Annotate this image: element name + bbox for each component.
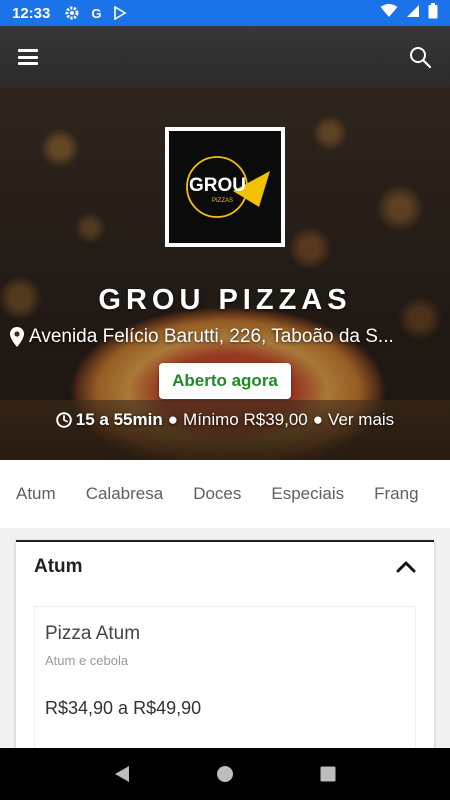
section-header[interactable]: Atum: [16, 542, 434, 592]
gear-icon: [64, 5, 80, 21]
tab-calabresa[interactable]: Calabresa: [86, 484, 164, 504]
wifi-icon: [380, 3, 398, 23]
product-price: R$34,90 a R$49,90: [45, 698, 202, 718]
play-store-icon: [112, 5, 128, 21]
status-bar: 12:33 G: [0, 0, 450, 26]
battery-icon: [428, 2, 438, 24]
signal-icon: [406, 4, 420, 23]
delivery-info: 15 a 55min ● Mínimo R$39,00 ● Ver mais: [0, 410, 450, 430]
restaurant-hero: GROU PIZZAS GROU PIZZAS Avenida Felício …: [0, 88, 450, 460]
tab-doces[interactable]: Doces: [193, 484, 241, 504]
delivery-time: 15 a 55min: [75, 410, 163, 429]
location-pin-icon: [10, 327, 24, 347]
status-notification-icons: G: [64, 5, 128, 21]
screen: 12:33 G GROU PIZZAS GROU PIZZAS Avenida …: [0, 0, 450, 800]
see-more-link[interactable]: Ver mais: [328, 410, 394, 430]
logo-mark: GROU PIZZAS: [186, 156, 270, 218]
restaurant-address: Avenida Felício Barutti, 226, Taboão da …: [10, 326, 442, 348]
clock-icon: [55, 412, 72, 428]
home-icon[interactable]: [215, 764, 235, 784]
tab-frango[interactable]: Frang: [374, 484, 418, 504]
separator-dot: ●: [312, 410, 324, 429]
product-name: Pizza Atum: [45, 623, 141, 644]
status-system-icons: [380, 2, 438, 24]
open-status-badge: Aberto agora: [159, 363, 291, 399]
chevron-up-icon[interactable]: [396, 561, 416, 573]
product-item[interactable]: Pizza Atum Atum e cebola R$34,90 a R$49,…: [34, 606, 416, 766]
hamburger-menu-icon[interactable]: [18, 49, 38, 65]
tab-atum[interactable]: Atum: [16, 484, 56, 504]
tab-especiais[interactable]: Especiais: [271, 484, 344, 504]
category-section-atum: Atum Pizza Atum Atum e cebola R$34,90 a …: [16, 540, 434, 766]
separator-dot: ●: [167, 410, 179, 429]
address-text: Avenida Felício Barutti, 226, Taboão da …: [29, 326, 394, 347]
logo-text: GROU: [189, 175, 246, 196]
search-icon[interactable]: [408, 45, 432, 69]
minimum-order: Mínimo R$39,00: [183, 410, 308, 429]
product-description: Atum e cebola: [45, 653, 129, 668]
google-icon: G: [91, 5, 102, 21]
system-nav-bar: [0, 748, 450, 800]
restaurant-logo: GROU PIZZAS: [165, 127, 285, 247]
category-tabs: Atum Calabresa Doces Especiais Frang: [0, 460, 450, 528]
section-title: Atum: [34, 556, 83, 577]
back-icon[interactable]: [112, 764, 132, 784]
app-bar: [0, 26, 450, 88]
status-time: 12:33: [12, 4, 51, 22]
recents-icon[interactable]: [318, 764, 338, 784]
restaurant-name: GROU PIZZAS: [98, 284, 352, 316]
logo-subtext: PIZZAS: [212, 198, 233, 204]
